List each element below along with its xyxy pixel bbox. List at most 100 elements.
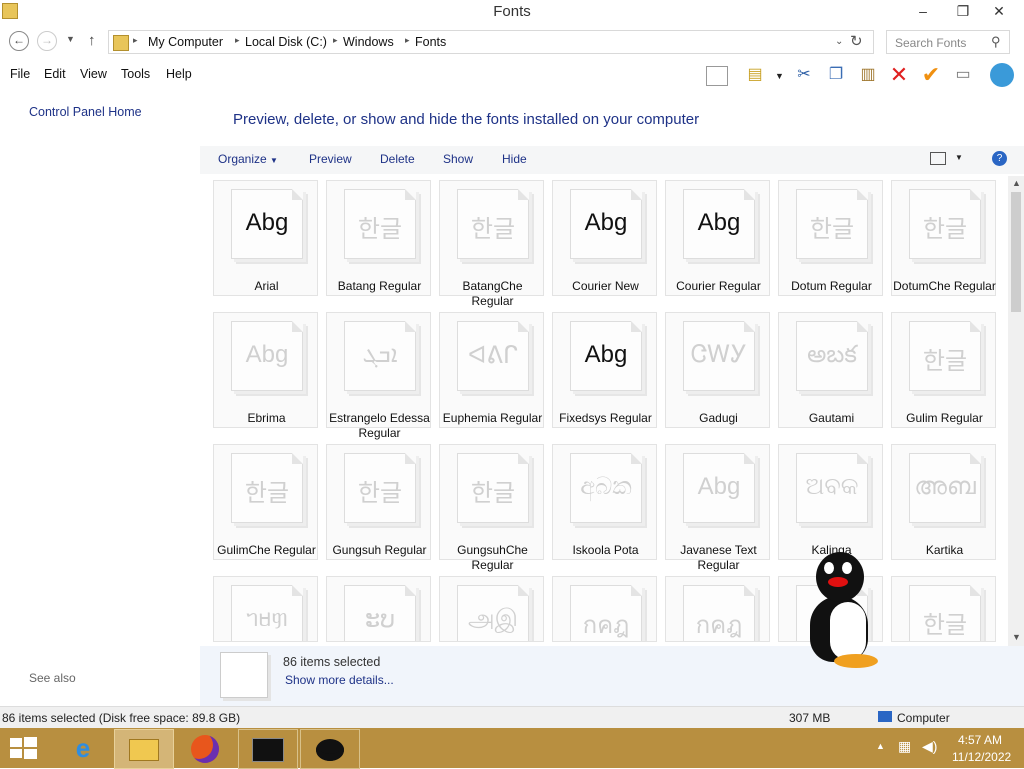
font-tile[interactable]: Abg Arial [213,180,318,296]
font-sample: 한글 [357,480,403,507]
clock-date[interactable]: 11/12/2022 [952,750,1011,764]
preview-pane-icon[interactable] [706,66,728,86]
title-bar: Fonts – ❐ ✕ [0,0,1024,24]
chevron-down-icon[interactable]: ▼ [955,153,963,162]
font-tile[interactable]: அஇ [439,576,544,642]
font-tile[interactable]: 한글 BatangChe Regular [439,180,544,308]
check-icon[interactable]: ✔ [920,64,942,86]
cut-icon[interactable]: ✂ [793,64,815,86]
font-tile[interactable]: Abg Courier Regular [665,180,770,296]
address-dropdown-icon[interactable]: ⌄ [835,36,843,47]
scroll-thumb[interactable] [1011,192,1021,312]
paste-icon[interactable]: ▥ [857,64,879,86]
font-name: Gulim Regular [906,411,983,425]
up-arrow-icon[interactable]: ↑ [88,32,96,49]
folder-options-icon[interactable]: ▤ [744,64,766,86]
font-tile[interactable]: 한글 [891,576,996,642]
font-tile[interactable]: ଅବକ Kalinga [778,444,883,560]
font-tile[interactable]: 한글 Batang Regular [326,180,431,296]
file-explorer-icon[interactable] [114,729,174,769]
control-panel-home-link[interactable]: Control Panel Home [29,105,142,119]
font-sample: അബ [914,473,976,500]
back-icon[interactable]: ← [9,31,29,51]
font-tile[interactable]: 한글 Gungsuh Regular [326,444,431,560]
search-icon[interactable]: ⚲ [991,34,1001,50]
navigation-pane: Control Panel Home See also [0,90,200,706]
organize-button[interactable]: Organize ▼ [218,152,278,166]
penguin-mascot [806,550,882,674]
minimize-button[interactable]: – [906,0,940,22]
font-tile[interactable]: Abg Fixedsys Regular [552,312,657,428]
view-options-icon[interactable] [930,152,946,165]
help-icon[interactable]: ? [992,151,1007,166]
font-tile[interactable]: ᥐᥛᥞ [213,576,318,642]
font-tile[interactable]: Abg Courier New [552,180,657,296]
font-name: Javanese Text Regular [680,543,757,572]
internet-explorer-icon[interactable]: e [54,729,112,767]
vertical-scrollbar[interactable]: ▲ ▼ [1008,176,1024,646]
properties-icon[interactable]: ▭ [952,64,974,86]
menu-edit[interactable]: Edit [44,67,66,81]
font-tile[interactable]: กคฎ [552,576,657,642]
recent-pages-chevron-icon[interactable]: ▼ [66,34,75,44]
scroll-down-icon[interactable]: ▼ [1012,632,1021,642]
clock-time[interactable]: 4:57 AM [958,733,1002,747]
refresh-icon[interactable]: ↻ [850,32,863,50]
menu-tools[interactable]: Tools [121,67,150,81]
font-tile[interactable]: ܐܒܓ Estrangelo Edessa Regular [326,312,431,440]
breadcrumb-fonts[interactable]: Fonts [415,35,446,49]
breadcrumb-my-computer[interactable]: My Computer [148,35,223,49]
network-icon[interactable]: ▦ [898,738,911,755]
font-name: GungsuhChe Regular [457,543,528,572]
font-sample: ະບ [364,606,396,633]
hide-button[interactable]: Hide [502,152,527,166]
dropdown-chevron-icon[interactable]: ▼ [775,71,784,81]
menu-view[interactable]: View [80,67,107,81]
font-tile[interactable]: Abg Javanese Text Regular [665,444,770,572]
font-tile[interactable]: අබක Iskoola Pota [552,444,657,560]
font-tile[interactable]: ᐊᕕᒋ Euphemia Regular [439,312,544,428]
font-tile[interactable]: Abg Ebrima [213,312,318,428]
font-tile[interactable]: 한글 GulimChe Regular [213,444,318,560]
maximize-button[interactable]: ❐ [946,0,980,22]
delete-icon[interactable]: ✕ [888,64,910,86]
firefox-icon[interactable] [176,729,234,767]
menu-file[interactable]: File [10,67,30,81]
show-more-details-link[interactable]: Show more details... [285,673,394,687]
volume-icon[interactable]: ◀) [922,738,937,755]
font-tile[interactable]: 한글 Dotum Regular [778,180,883,296]
breadcrumb-windows[interactable]: Windows [343,35,394,49]
font-tile[interactable]: 한글 Gulim Regular [891,312,996,428]
font-tile[interactable]: అబక Gautami [778,312,883,428]
font-name: Fixedsys Regular [559,411,652,425]
font-tile[interactable]: ᏣᎳᎩ Gadugi [665,312,770,428]
show-button[interactable]: Show [443,152,473,166]
font-tile[interactable]: กคฎ [665,576,770,642]
breadcrumb-local-disk[interactable]: Local Disk (C:) [245,35,327,49]
search-input[interactable]: Search Fonts ⚲ [886,30,1010,54]
font-sample: 한글 [470,480,516,507]
globe-icon[interactable] [990,63,1014,87]
pingu-app-icon[interactable] [300,729,360,769]
menu-bar: File Edit View Tools Help ▤ ▼ ✂ ❐ ▥ ✕ ✔ … [0,60,1024,90]
font-sample: Abg [584,341,628,368]
font-tile[interactable]: ະບ [326,576,431,642]
address-bar[interactable]: ▸ My Computer ▸ Local Disk (C:) ▸ Window… [108,30,874,54]
preview-button[interactable]: Preview [309,152,352,166]
font-tile[interactable]: 한글 DotumChe Regular [891,180,996,296]
font-tile[interactable]: അബ Kartika [891,444,996,560]
copy-icon[interactable]: ❐ [825,64,847,86]
font-name: GulimChe Regular [217,543,316,557]
show-hidden-icons-icon[interactable]: ▲ [876,741,885,751]
font-name: Kartika [925,543,964,557]
font-name: Batang Regular [337,279,422,293]
forward-icon[interactable]: → [37,31,57,51]
close-button[interactable]: ✕ [982,0,1016,22]
font-tile[interactable]: 한글 GungsuhChe Regular [439,444,544,572]
start-button[interactable] [10,737,38,759]
command-prompt-icon[interactable] [238,729,298,769]
menu-help[interactable]: Help [166,67,192,81]
scroll-up-icon[interactable]: ▲ [1012,178,1021,188]
font-name: Gautami [808,411,855,425]
delete-button[interactable]: Delete [380,152,415,166]
